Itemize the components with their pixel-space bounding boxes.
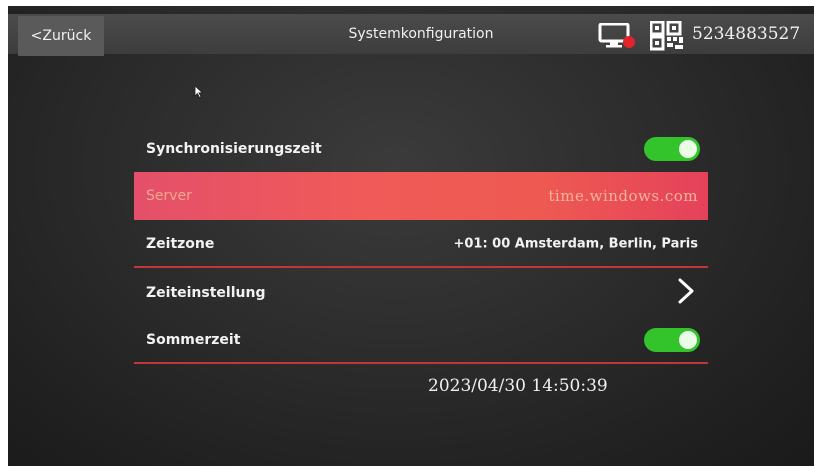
timezone-label: Zeitzone [146, 236, 215, 252]
time-setting-label: Zeiteinstellung [146, 285, 266, 301]
toggle-knob [679, 331, 697, 349]
server-row[interactable]: Server time.windows.com [134, 172, 708, 220]
chevron-right-icon[interactable] [676, 277, 696, 309]
sync-time-toggle[interactable] [644, 137, 700, 161]
dst-row: Sommerzeit [134, 318, 708, 364]
timezone-value: +01: 00 Amsterdam, Berlin, Paris [453, 236, 698, 252]
sync-time-label: Synchronisierungszeit [146, 141, 322, 157]
sync-time-row: Synchronisierungszeit [134, 126, 708, 172]
toggle-knob [679, 140, 697, 158]
timezone-row[interactable]: Zeitzone +01: 00 Amsterdam, Berlin, Pari… [134, 222, 708, 268]
device-id: 5234883527 [692, 24, 801, 44]
screen: <Zurück Systemkonfiguration 5234883527 S… [8, 6, 814, 466]
dst-toggle[interactable] [644, 328, 700, 352]
server-label: Server [146, 188, 192, 204]
time-setting-row[interactable]: Zeiteinstellung [134, 270, 708, 316]
server-value: time.windows.com [548, 187, 698, 205]
qr-code-icon [649, 20, 684, 55]
dst-label: Sommerzeit [146, 332, 241, 348]
current-datetime: 2023/04/30 14:50:39 [428, 376, 608, 396]
mouse-cursor-icon [194, 84, 204, 103]
monitor-record-icon [598, 22, 638, 53]
